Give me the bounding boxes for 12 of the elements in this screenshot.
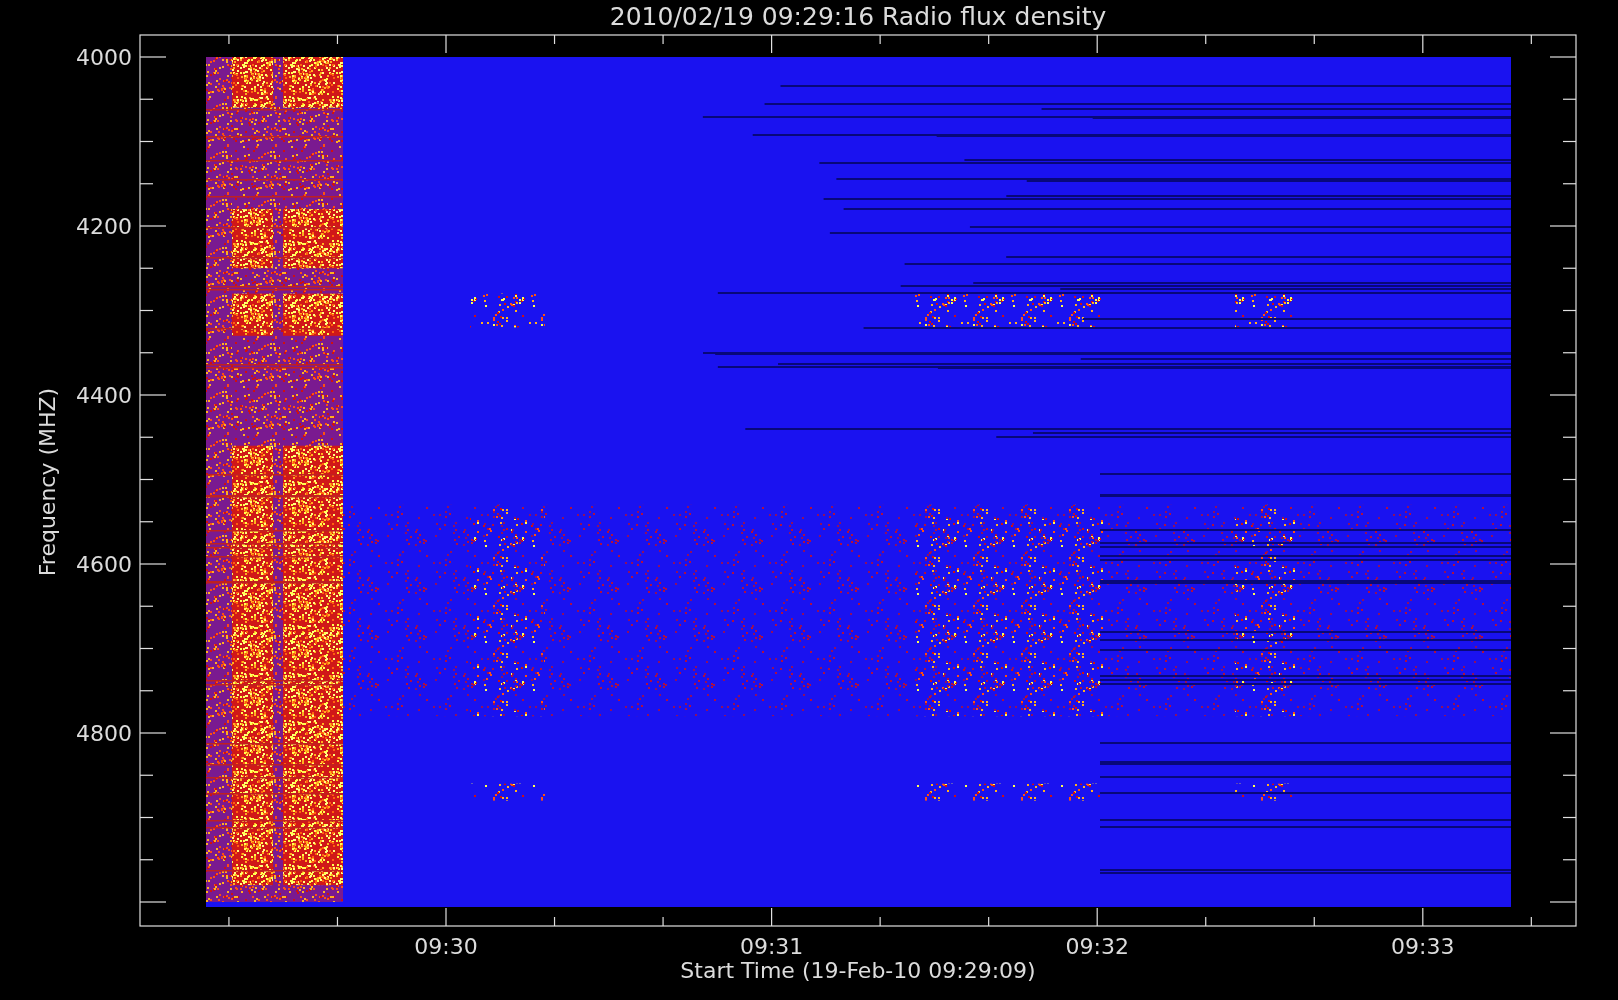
chart-title: 2010/02/19 09:29:16 Radio flux density xyxy=(609,2,1107,31)
y-axis-title: Frequency (MHZ) xyxy=(35,387,60,577)
x-tick-label: 09:32 xyxy=(1065,934,1129,959)
x-tick-label: 09:33 xyxy=(1391,934,1455,959)
y-tick-label: 4000 xyxy=(76,45,132,70)
y-tick-label: 4400 xyxy=(76,383,132,408)
y-tick-label: 4600 xyxy=(76,552,132,577)
y-tick-label: 4800 xyxy=(76,721,132,746)
x-axis-title: Start Time (19-Feb-10 09:29:09) xyxy=(680,958,1036,983)
y-tick-label: 4200 xyxy=(76,214,132,239)
x-tick-label: 09:30 xyxy=(414,934,478,959)
x-tick-label: 09:31 xyxy=(739,934,804,959)
